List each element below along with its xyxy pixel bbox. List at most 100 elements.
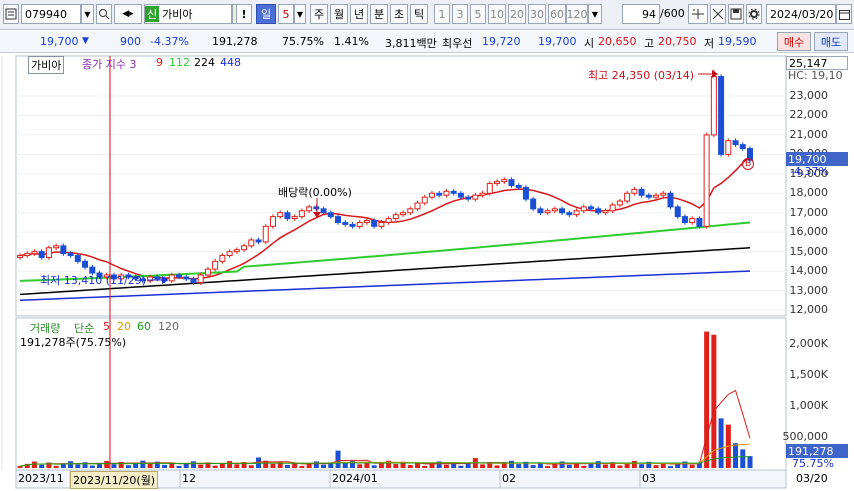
volume-bar [75, 464, 81, 468]
low-label: 저 [704, 37, 715, 50]
interval-20[interactable]: 20 [508, 4, 526, 24]
candle-body [616, 200, 623, 206]
price-tick-label: 21,000 [789, 127, 829, 141]
period-n-field[interactable]: 5 [278, 4, 294, 24]
candle-body [407, 208, 414, 214]
volume-value: 191,278 [212, 35, 258, 48]
candle-body [631, 188, 638, 194]
candle-body [176, 274, 183, 278]
volume-bar [104, 460, 110, 468]
volume-bar [566, 464, 572, 468]
volume-tick-label: 1,500K [789, 368, 828, 381]
interval-dropdown-icon[interactable]: ▼ [588, 4, 602, 24]
period-n-dropdown-icon[interactable]: ▼ [294, 4, 306, 24]
volume-bar [248, 465, 254, 468]
candle-body [226, 251, 233, 257]
x-label-crosshair-date: 2023/11/20(월) [70, 471, 159, 489]
volume-tick-label: 1,000K [789, 399, 828, 412]
candle-body [38, 251, 45, 258]
sell-button[interactable]: 매도 [814, 32, 848, 51]
stock-name-field[interactable]: 신 가비아 [144, 4, 232, 24]
zoom-fit-icon[interactable] [688, 4, 708, 24]
volume-bar [747, 456, 753, 468]
candle-body [472, 194, 479, 200]
x-label-03: 03 [642, 472, 656, 485]
volume-bar [711, 334, 717, 468]
volume-panel-frame [15, 317, 787, 471]
date-input[interactable]: 2024/03/20 [766, 4, 836, 24]
tab-week[interactable]: 주 [310, 4, 328, 24]
interval-10[interactable]: 10 [488, 4, 506, 24]
volume-bar [407, 465, 413, 468]
chart-toolbar: 079940 ▼ ◀▸ 신 가비아 ! 일 5 ▼ 주 월 년 분 초 틱 1 … [0, 0, 854, 30]
speaker-icon[interactable]: ◀▸ [114, 4, 142, 24]
interval-30[interactable]: 30 [528, 4, 546, 24]
candle-body [710, 76, 717, 136]
volume-bar [740, 449, 746, 468]
volume-bar [378, 463, 384, 468]
interval-1[interactable]: 1 [434, 4, 450, 24]
candle-body [306, 206, 313, 212]
candle-body [82, 260, 89, 268]
tab-second[interactable]: 초 [390, 4, 408, 24]
volume-bar [480, 464, 486, 468]
save-icon[interactable] [728, 4, 744, 24]
candle-body [595, 208, 602, 214]
volume-bar [313, 461, 319, 468]
period-day-tab[interactable]: 일 [256, 4, 276, 24]
candle-body [660, 192, 667, 196]
alert-button[interactable]: ! [236, 4, 252, 24]
down-arrow-icon: ▼ [82, 36, 89, 46]
price-tick-label: 23,000 [789, 89, 829, 102]
tab-month[interactable]: 월 [330, 4, 348, 24]
price-tick-label: 13,000 [789, 283, 829, 297]
volume-bar [458, 465, 464, 468]
candle-body [465, 196, 472, 200]
low-price: 19,590 [718, 35, 757, 48]
crosshair-icon[interactable] [710, 4, 726, 24]
current-volume-tag: 191,278 [786, 444, 848, 458]
candle-body [450, 190, 457, 194]
price-tick-label: 15,000 [789, 244, 829, 258]
candle-body [320, 208, 327, 214]
interval-3[interactable]: 3 [452, 4, 468, 24]
buy-button[interactable]: 매수 [777, 32, 811, 51]
candle-body [689, 218, 696, 223]
volume-bar [718, 418, 724, 468]
candle-body [667, 192, 674, 208]
candle-body [298, 210, 305, 218]
tab-tick[interactable]: 틱 [410, 4, 428, 24]
stock-code-input[interactable]: 079940 [21, 4, 81, 24]
volume-bar [342, 463, 348, 468]
candle-body [356, 221, 363, 227]
tab-minute[interactable]: 분 [370, 4, 388, 24]
market-badge: 신 [145, 6, 160, 22]
interval-120[interactable]: 120 [566, 4, 588, 24]
candle-body [212, 260, 219, 270]
count-input[interactable]: 94 [622, 4, 660, 24]
search-icon[interactable] [96, 4, 112, 24]
current-volume-pct: 75.75% [792, 457, 834, 470]
price-tick-label: 17,000 [789, 205, 829, 219]
chart-menu-icon[interactable] [3, 4, 19, 24]
quote-bar: 19,700 ▼ 900 -4.37% 191,278 75.75% 1.41%… [0, 31, 854, 53]
code-dropdown-icon[interactable]: ▼ [81, 4, 94, 24]
volume-bar [89, 465, 95, 468]
candle-body [248, 239, 255, 247]
volume-bar [602, 464, 608, 468]
candle-body [284, 212, 291, 220]
candle-body [681, 216, 688, 223]
tab-year[interactable]: 년 [350, 4, 368, 24]
ma-224-label: 224 [194, 56, 215, 69]
calendar-icon[interactable] [836, 4, 852, 24]
volume-bar [219, 463, 225, 468]
chart-area[interactable]: 가비아 종가 지수 3 9 112 224 448 25,147 HC: 19,… [0, 54, 854, 491]
price-change-pct: -4.37% [150, 35, 189, 48]
interval-60[interactable]: 60 [548, 4, 566, 24]
candle-body [566, 212, 573, 216]
candle-body [674, 206, 681, 218]
candle-body [732, 140, 739, 146]
gear-icon[interactable] [746, 4, 762, 24]
interval-5[interactable]: 5 [470, 4, 486, 24]
volume-bar [198, 464, 204, 468]
